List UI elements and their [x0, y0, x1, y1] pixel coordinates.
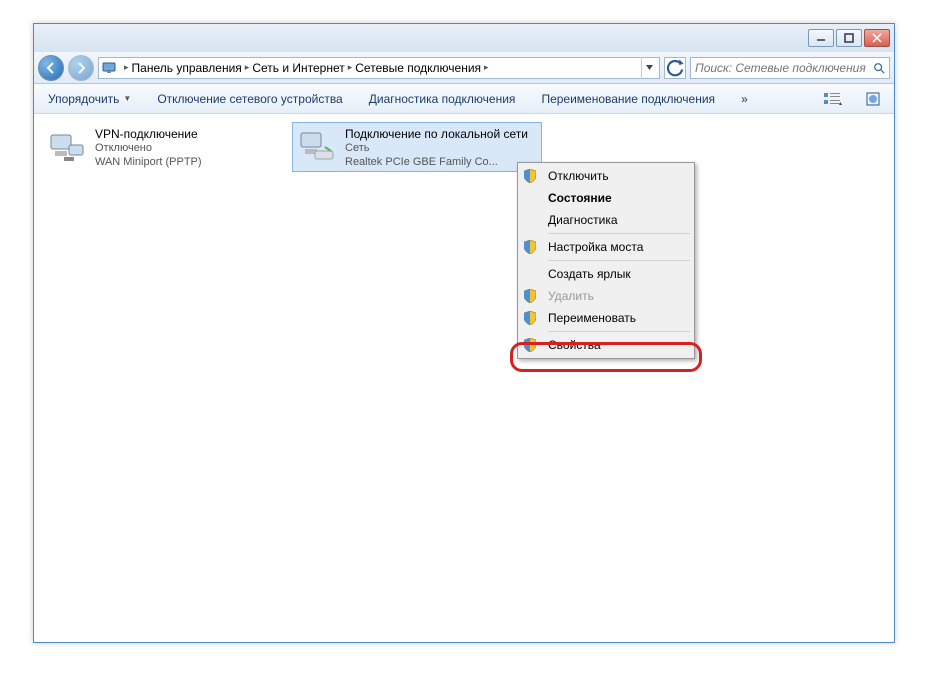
menu-separator	[548, 233, 690, 234]
shield-icon	[524, 311, 536, 325]
menu-item-label: Свойства	[548, 338, 601, 352]
titlebar	[34, 24, 894, 52]
menu-item-состояние[interactable]: Состояние	[520, 187, 692, 209]
breadcrumb[interactable]: ▸ Панель управления ▸ Сеть и Интернет ▸ …	[98, 57, 660, 79]
connection-name: VPN-подключение	[95, 127, 202, 142]
connection-status: Отключено	[95, 142, 202, 156]
rename-connection-button[interactable]: Переименование подключения	[535, 89, 721, 109]
network-icon	[101, 60, 117, 76]
menu-item-удалить: Удалить	[520, 285, 692, 307]
menu-item-label: Создать ярлык	[548, 267, 631, 281]
toolbar: Упорядочить▼ Отключение сетевого устройс…	[34, 84, 894, 114]
close-button[interactable]	[864, 29, 890, 47]
search-icon	[873, 62, 885, 74]
menu-item-label: Удалить	[548, 289, 594, 303]
content-pane: VPN-подключение Отключено WAN Miniport (…	[34, 114, 894, 642]
breadcrumb-item[interactable]: Сетевые подключения	[355, 58, 481, 78]
help-button[interactable]	[860, 88, 886, 110]
shield-icon	[524, 169, 536, 183]
disable-device-button[interactable]: Отключение сетевого устройства	[151, 89, 348, 109]
menu-item-label: Настройка моста	[548, 240, 643, 254]
menu-item-label: Состояние	[548, 191, 612, 205]
toolbar-overflow[interactable]: »	[735, 89, 754, 109]
menu-item-отключить[interactable]: Отключить	[520, 165, 692, 187]
connection-device: Realtek PCIe GBE Family Co...	[345, 156, 528, 170]
chevron-right-icon: ▸	[121, 62, 132, 73]
menu-separator	[548, 260, 690, 261]
menu-item-создать-ярлык[interactable]: Создать ярлык	[520, 263, 692, 285]
menu-item-переименовать[interactable]: Переименовать	[520, 307, 692, 329]
vpn-connection-icon	[47, 127, 87, 167]
connection-item[interactable]: Подключение по локальной сети Сеть Realt…	[292, 122, 542, 172]
menu-item-label: Диагностика	[548, 213, 618, 227]
menu-separator	[548, 331, 690, 332]
shield-icon	[524, 289, 536, 303]
context-menu: Отключить Состояние Диагностика Настройка м…	[517, 162, 695, 359]
refresh-button[interactable]	[664, 57, 686, 79]
connection-status: Сеть	[345, 142, 528, 156]
menu-item-настройка-моста[interactable]: Настройка моста	[520, 236, 692, 258]
address-dropdown[interactable]	[641, 57, 657, 79]
menu-item-диагностика[interactable]: Диагностика	[520, 209, 692, 231]
lan-connection-icon	[297, 127, 337, 167]
organize-button[interactable]: Упорядочить▼	[42, 89, 137, 109]
connection-device: WAN Miniport (PPTP)	[95, 156, 202, 170]
explorer-window: ▸ Панель управления ▸ Сеть и Интернет ▸ …	[33, 23, 895, 643]
diagnose-button[interactable]: Диагностика подключения	[363, 89, 522, 109]
shield-icon	[524, 338, 536, 352]
breadcrumb-item[interactable]: Сеть и Интернет	[252, 58, 344, 78]
search-box[interactable]	[690, 57, 890, 79]
back-button[interactable]	[38, 55, 64, 81]
search-input[interactable]	[695, 61, 873, 75]
navbar: ▸ Панель управления ▸ Сеть и Интернет ▸ …	[34, 52, 894, 84]
maximize-button[interactable]	[836, 29, 862, 47]
minimize-button[interactable]	[808, 29, 834, 47]
menu-item-label: Отключить	[548, 169, 609, 183]
chevron-right-icon: ▸	[345, 62, 356, 73]
connection-item[interactable]: VPN-подключение Отключено WAN Miniport (…	[42, 122, 292, 172]
chevron-right-icon: ▸	[481, 62, 492, 73]
forward-button[interactable]	[68, 55, 94, 81]
view-options-button[interactable]	[820, 88, 846, 110]
menu-item-свойства[interactable]: Свойства	[520, 334, 692, 356]
menu-item-label: Переименовать	[548, 311, 636, 325]
chevron-right-icon: ▸	[242, 62, 253, 73]
shield-icon	[524, 240, 536, 254]
breadcrumb-item[interactable]: Панель управления	[132, 58, 242, 78]
connection-name: Подключение по локальной сети	[345, 127, 528, 142]
